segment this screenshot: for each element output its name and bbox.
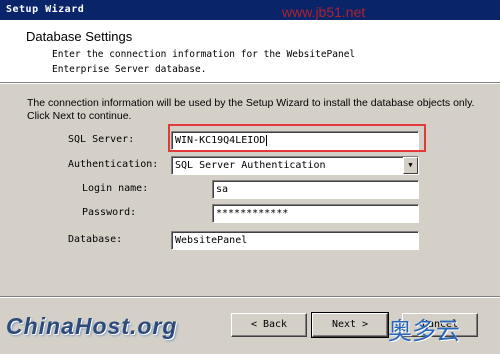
database-value: WebsitePanel (175, 235, 248, 246)
password-value: ************ (216, 208, 289, 219)
password-input[interactable]: ************ (212, 204, 419, 223)
intro-text: The connection information will be used … (27, 97, 475, 122)
aoduoyun-logo: 奥多云 (388, 317, 460, 345)
footer-separator (0, 296, 500, 298)
login-name-value: sa (216, 184, 229, 195)
wizard-header: Database Settings Enter the connection i… (0, 20, 500, 83)
page-title: Database Settings (26, 29, 133, 44)
database-input[interactable]: WebsitePanel (171, 231, 419, 250)
sql-server-label: SQL Server: (68, 134, 135, 145)
authentication-value: SQL Server Authentication (175, 160, 326, 171)
window-title: Setup Wizard (6, 4, 85, 15)
back-button[interactable]: < Back (231, 313, 307, 337)
next-button[interactable]: Next > (311, 312, 389, 338)
site-watermark: www.jb51.net (282, 4, 366, 20)
database-label: Database: (68, 234, 123, 245)
header-divider (0, 83, 500, 84)
highlight-box (168, 124, 426, 152)
authentication-select[interactable]: SQL Server Authentication ▼ (171, 156, 419, 175)
window-title-bar: Setup Wizard (0, 0, 500, 20)
page-description: Enter the connection information for the… (52, 49, 356, 75)
dropdown-arrow-icon[interactable]: ▼ (403, 157, 418, 174)
password-label: Password: (82, 207, 137, 218)
chinahost-logo: ChinaHost.org (6, 313, 178, 339)
authentication-label: Authentication: (68, 159, 159, 170)
login-name-label: Login name: (82, 183, 149, 194)
login-name-input[interactable]: sa (212, 180, 419, 199)
